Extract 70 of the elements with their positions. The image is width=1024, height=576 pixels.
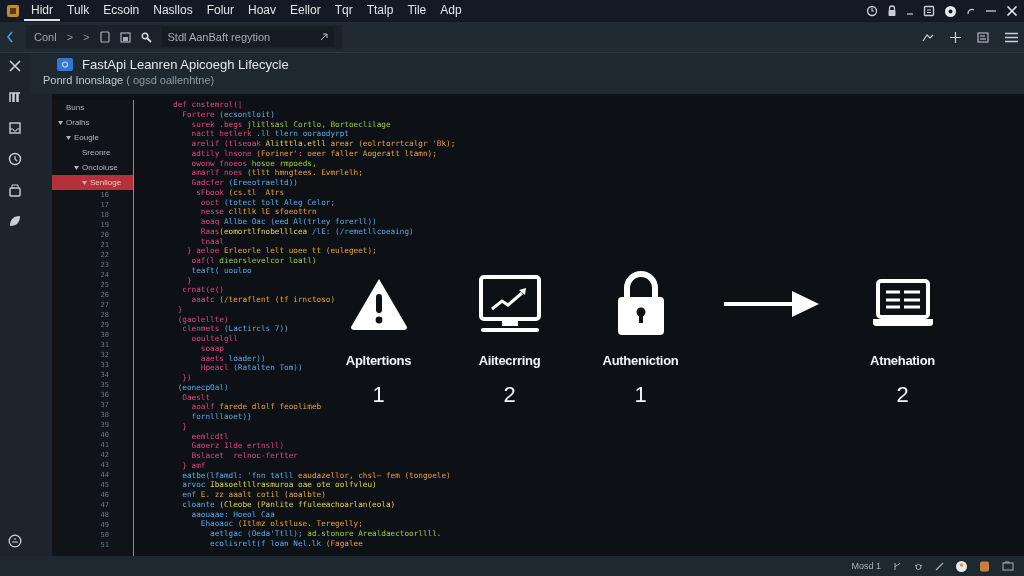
lock-icon — [615, 271, 666, 337]
step-label: Atnehation — [870, 353, 935, 368]
step-label: Aiitecrring — [478, 353, 541, 368]
subtitle-note: ( ogsd oallenhtne) — [126, 74, 215, 86]
caret-icon[interactable] — [74, 165, 79, 170]
tree-item[interactable]: Oralhs — [52, 115, 133, 130]
menu-item[interactable]: Tqr — [327, 1, 360, 21]
inbox-icon[interactable] — [8, 121, 22, 135]
step-label: Apltertions — [345, 353, 412, 368]
search-field[interactable]: Stdl AanBaft regytion — [161, 27, 334, 47]
caret-icon[interactable] — [58, 120, 63, 125]
app-logo-icon[interactable] — [6, 4, 20, 18]
menu-item[interactable]: Hoav — [241, 1, 283, 21]
search-icon[interactable] — [140, 31, 152, 43]
menu-item[interactable]: Tulk — [60, 1, 97, 21]
breadcrumb-link[interactable]: Conl — [34, 31, 57, 43]
step-count: 1 — [372, 382, 385, 408]
branch-icon[interactable] — [893, 561, 902, 571]
clock-icon[interactable] — [8, 152, 22, 166]
close-icon[interactable] — [8, 59, 22, 73]
step-count: 2 — [896, 382, 909, 408]
arrow-icon — [723, 290, 820, 318]
status-mode[interactable]: Mosd 1 — [851, 561, 881, 571]
back-icon[interactable] — [6, 31, 14, 43]
step-label: Autheniction — [602, 353, 679, 368]
document-title: FastApi Leanren Apicoegh Lifecycle — [82, 57, 289, 72]
tree-item[interactable]: Eougle — [52, 130, 133, 145]
bug-icon[interactable] — [914, 561, 923, 571]
chart-line-icon[interactable] — [922, 32, 934, 42]
tree-item[interactable]: Sreonre — [52, 145, 133, 160]
menu-item[interactable]: Ttalp — [359, 1, 401, 21]
monitor-chart-icon — [477, 274, 542, 334]
disc-icon[interactable] — [944, 4, 957, 18]
breadcrumb-separator: > — [66, 31, 74, 43]
panel-icon[interactable] — [977, 31, 989, 43]
menu-item[interactable]: Nasllos — [146, 1, 200, 21]
add-icon[interactable] — [950, 31, 961, 43]
laptop-icon — [871, 279, 934, 329]
menu-item[interactable]: Tile — [400, 1, 434, 21]
document-icon[interactable] — [923, 5, 935, 17]
step-count: 2 — [503, 382, 516, 408]
folder-icon[interactable] — [1002, 561, 1014, 571]
tree-item[interactable]: Oncloiuse — [52, 160, 133, 175]
file-icon[interactable] — [99, 31, 110, 43]
caret-icon[interactable] — [66, 135, 71, 140]
badge-icon[interactable] — [979, 560, 990, 572]
menu-item[interactable]: Eellor — [283, 1, 328, 21]
lock-icon[interactable] — [887, 5, 897, 17]
menu-item[interactable]: Ecsoin — [96, 1, 147, 21]
menu-icon[interactable] — [1005, 31, 1018, 43]
refresh-icon[interactable] — [966, 6, 976, 16]
menu-item[interactable]: Folur — [199, 1, 241, 21]
pen-icon[interactable] — [935, 561, 944, 571]
leaf-icon[interactable] — [8, 214, 22, 228]
save-icon[interactable] — [119, 31, 131, 43]
warning-icon — [348, 277, 409, 331]
book-icon[interactable] — [8, 90, 22, 104]
document-subtitle: Ponrd Inonslage — [43, 74, 124, 86]
clock-icon[interactable] — [866, 5, 878, 17]
avatar-icon[interactable] — [956, 560, 967, 572]
app-icon — [57, 58, 73, 71]
open-external-icon[interactable] — [320, 33, 328, 41]
tree-item[interactable]: Buns — [52, 100, 133, 115]
account-icon[interactable] — [8, 534, 22, 548]
step-count: 1 — [634, 382, 647, 408]
menu-item[interactable]: Adp — [433, 1, 469, 21]
tree-item[interactable]: Senlioge — [52, 175, 133, 190]
breadcrumb-separator: > — [83, 31, 90, 43]
close-icon[interactable] — [1006, 5, 1018, 17]
extensions-icon[interactable] — [8, 183, 22, 197]
